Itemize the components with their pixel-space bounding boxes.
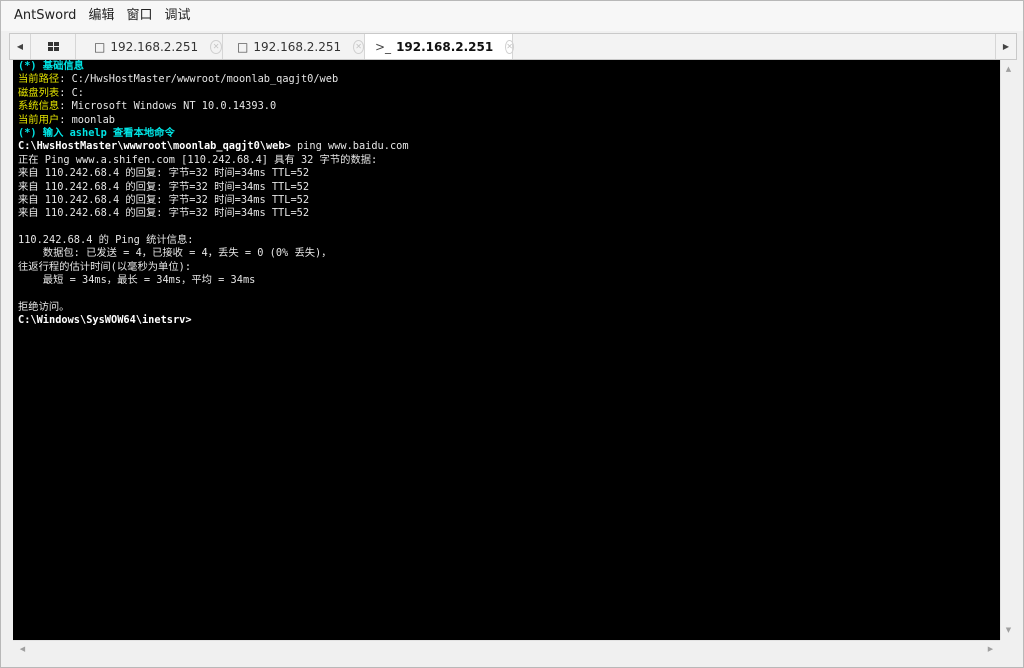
terminal-text: C:\Windows\SysWOW64\inetsrv> xyxy=(18,314,192,327)
tab-home[interactable] xyxy=(31,34,76,59)
scroll-down-icon[interactable]: ▼ xyxy=(1001,623,1016,638)
terminal-text: 110.242.68.4 的 Ping 统计信息: xyxy=(18,234,194,247)
terminal-line: 当前用户: moonlab xyxy=(18,114,1000,127)
terminal-text: 来自 110.242.68.4 的回复: 字节=32 时间=34ms TTL=5… xyxy=(18,167,310,180)
menu-debug[interactable]: 调试 xyxy=(158,1,196,31)
terminal-line: C:\HwsHostMaster\wwwroot\moonlab_qagjt0\… xyxy=(18,140,1000,153)
terminal-line: 当前路径: C:/HwsHostMaster/wwwroot/moonlab_q… xyxy=(18,73,1000,86)
terminal-text: 来自 110.242.68.4 的回复: 字节=32 时间=34ms TTL=5… xyxy=(18,207,310,220)
terminal-text: 数据包: 已发送 = 4，已接收 = 4，丢失 = 0 (0% 丢失)， xyxy=(18,247,332,260)
scroll-left-icon[interactable]: ◀ xyxy=(15,641,30,658)
terminal-text: 系统信息 xyxy=(18,100,60,113)
terminal-line: 来自 110.242.68.4 的回复: 字节=32 时间=34ms TTL=5… xyxy=(18,181,1000,194)
scroll-up-icon[interactable]: ▲ xyxy=(1001,62,1016,77)
tab-label: 192.168.2.251 xyxy=(110,39,199,54)
terminal-line: (*) 输入 ashelp 查看本地命令 xyxy=(18,127,1000,140)
tab-scroll-right-icon[interactable]: ▶ xyxy=(995,34,1016,59)
close-icon[interactable]: ✕ xyxy=(505,39,514,54)
terminal-text: 往返行程的估计时间(以毫秒为单位): xyxy=(18,260,192,273)
terminal-line: 最短 = 34ms，最长 = 34ms，平均 = 34ms xyxy=(18,274,1000,287)
tab-file-manager-1[interactable]: □ 192.168.2.251 ✕ xyxy=(76,34,223,59)
close-icon[interactable]: ✕ xyxy=(210,39,222,54)
terminal-line: 拒绝访问。 xyxy=(18,301,1000,314)
close-icon[interactable]: ✕ xyxy=(353,39,364,54)
terminal-text: ping www.baidu.com xyxy=(296,140,409,153)
grid-icon xyxy=(47,42,59,51)
terminal-text: (*) 输入 ashelp 查看本地命令 xyxy=(18,126,175,139)
terminal-text: 正在 Ping www.a.shifen.com [110.242.68.4] … xyxy=(18,153,378,166)
terminal-text: : Microsoft Windows NT 10.0.14393.0 xyxy=(59,100,277,113)
terminal-line: 往返行程的估计时间(以毫秒为单位): xyxy=(18,261,1000,274)
tab-bar: ◀ □ 192.168.2.251 ✕ □ 192.168.2.251 ✕ >_… xyxy=(9,33,1017,60)
tab-file-manager-2[interactable]: □ 192.168.2.251 ✕ xyxy=(223,34,365,59)
terminal-text: 来自 110.242.68.4 的回复: 字节=32 时间=34ms TTL=5… xyxy=(18,180,310,193)
terminal-text: C:\HwsHostMaster\wwwroot\moonlab_qagjt0\… xyxy=(18,140,297,153)
terminal-text: (*) 基础信息 xyxy=(18,60,84,72)
terminal-text: : C:/HwsHostMaster/wwwroot/moonlab_qagjt… xyxy=(59,73,339,86)
terminal-text: 最短 = 34ms，最长 = 34ms，平均 = 34ms xyxy=(18,274,256,287)
tab-label: 192.168.2.251 xyxy=(253,39,342,54)
terminal-line: 110.242.68.4 的 Ping 统计信息: xyxy=(18,234,1000,247)
horizontal-scrollbar[interactable]: ◀ ▶ xyxy=(13,640,1000,658)
menu-bar: AntSword 编辑 窗口 调试 xyxy=(1,1,1023,31)
tab-scroll-left-icon[interactable]: ◀ xyxy=(10,34,31,59)
antsword-window: AntSword 编辑 窗口 调试 ◀ □ 192.168.2.251 ✕ □ … xyxy=(0,0,1024,668)
terminal-text: : C: xyxy=(59,86,84,99)
terminal-line: 磁盘列表: C: xyxy=(18,87,1000,100)
vertical-scrollbar[interactable]: ▲ ▼ xyxy=(1000,60,1016,640)
folder-icon: □ xyxy=(237,39,249,54)
scroll-right-icon[interactable]: ▶ xyxy=(983,641,998,658)
terminal-line: 正在 Ping www.a.shifen.com [110.242.68.4] … xyxy=(18,154,1000,167)
terminal-text: 当前路径 xyxy=(18,73,60,86)
terminal-output[interactable]: (*) 基础信息 当前路径: C:/HwsHostMaster/wwwroot/m… xyxy=(13,60,1000,640)
terminal-text: 当前用户 xyxy=(18,113,60,126)
terminal-text: : moonlab xyxy=(59,113,115,126)
menu-window[interactable]: 窗口 xyxy=(120,1,158,31)
tab-terminal-active[interactable]: >_ 192.168.2.251 ✕ xyxy=(365,34,514,59)
terminal-text: 拒绝访问。 xyxy=(18,301,70,314)
folder-icon: □ xyxy=(94,39,106,54)
terminal-line: 来自 110.242.68.4 的回复: 字节=32 时间=34ms TTL=5… xyxy=(18,194,1000,207)
terminal-line: C:\Windows\SysWOW64\inetsrv> xyxy=(18,314,1000,327)
terminal-text: 磁盘列表 xyxy=(18,86,60,99)
terminal-line: 来自 110.242.68.4 的回复: 字节=32 时间=34ms TTL=5… xyxy=(18,207,1000,220)
tab-label: 192.168.2.251 xyxy=(396,39,494,54)
terminal-text: 来自 110.242.68.4 的回复: 字节=32 时间=34ms TTL=5… xyxy=(18,193,310,206)
menu-edit[interactable]: 编辑 xyxy=(82,1,120,31)
terminal-line: 来自 110.242.68.4 的回复: 字节=32 时间=34ms TTL=5… xyxy=(18,167,1000,180)
terminal-icon: >_ xyxy=(375,39,392,54)
terminal-line: (*) 基础信息 xyxy=(18,60,1000,73)
terminal-line: 系统信息: Microsoft Windows NT 10.0.14393.0 xyxy=(18,100,1000,113)
terminal-line: 数据包: 已发送 = 4，已接收 = 4，丢失 = 0 (0% 丢失)， xyxy=(18,247,1000,260)
app-menu-antsword[interactable]: AntSword xyxy=(1,1,82,31)
